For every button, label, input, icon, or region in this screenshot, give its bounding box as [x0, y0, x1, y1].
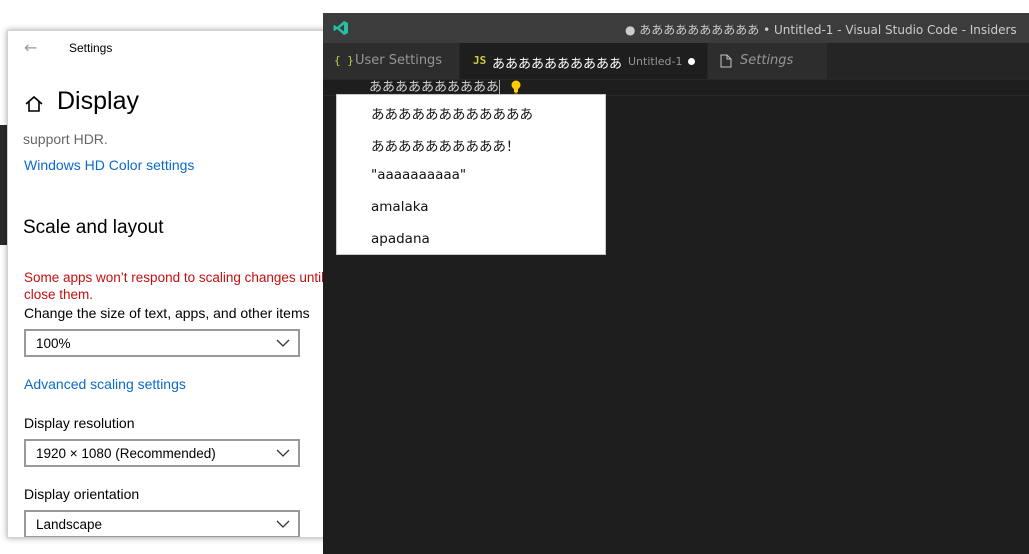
file-icon: [720, 54, 732, 68]
size-dropdown[interactable]: 100%: [24, 329, 300, 357]
settings-titlebar: ← Settings: [8, 31, 338, 65]
tab-untitled-1[interactable]: JS ああああああああああ Untitled-1: [460, 43, 708, 79]
scale-layout-heading: Scale and layout: [23, 217, 164, 238]
lightbulb-icon[interactable]: [510, 80, 522, 94]
resolution-label: Display resolution: [24, 415, 135, 431]
suggestion-label: amalaka: [371, 199, 429, 215]
vscode-logo-icon: [333, 21, 348, 35]
resolution-dropdown-value: 1920 × 1080 (Recommended): [36, 446, 216, 461]
settings-content: support HDR. Windows HD Color settings S…: [8, 125, 338, 537]
tab-label: User Settings: [355, 53, 443, 68]
orientation-label: Display orientation: [24, 486, 140, 502]
suggestion-label: apadana: [371, 231, 430, 247]
settings-window-title: Settings: [69, 41, 113, 55]
back-arrow-icon[interactable]: ←: [24, 38, 37, 57]
suggestion-item[interactable]: apadana: [337, 223, 605, 255]
orientation-dropdown-value: Landscape: [36, 517, 103, 532]
suggestion-item[interactable]: ああああああああああ！: [337, 127, 605, 159]
editor-line-text: ああああああああああ: [369, 80, 500, 95]
size-label: Change the size of text, apps, and other…: [24, 305, 310, 321]
size-dropdown-value: 100%: [36, 336, 71, 351]
chevron-down-icon: [276, 339, 290, 347]
home-icon[interactable]: [24, 94, 44, 114]
hdr-description: support HDR.: [23, 131, 108, 147]
suggest-widget: ああああああああああああ ああああああああああ！ "aaaaaaaaaa" am…: [336, 94, 606, 255]
suggestion-label: "aaaaaaaaaa": [371, 167, 467, 183]
editor-tabbar: { } User Settings JS ああああああああああ Untitled…: [323, 43, 1029, 79]
tab-user-settings[interactable]: { } User Settings: [323, 43, 460, 79]
suggestion-item[interactable]: amalaka: [337, 191, 605, 223]
json-braces-icon: { }: [334, 54, 354, 67]
text-cursor: [499, 80, 501, 95]
tab-settings[interactable]: Settings: [708, 43, 828, 79]
chevron-down-icon: [276, 520, 290, 528]
suggestion-item[interactable]: ああああああああああああ: [337, 95, 605, 127]
scaling-warning: Some apps won’t respond to scaling chang…: [24, 270, 338, 302]
tab-description: Untitled-1: [628, 55, 683, 68]
javascript-icon: JS: [473, 54, 487, 67]
tab-label: Settings: [740, 53, 794, 68]
unsaved-dot-icon[interactable]: [688, 58, 695, 65]
chevron-down-icon: [276, 449, 290, 457]
suggestion-label: ああああああああああああ: [371, 107, 533, 123]
vscode-window-title: ● ああああああああああ • Untitled-1 - Visual Studi…: [625, 23, 1017, 37]
advanced-scaling-link[interactable]: Advanced scaling settings: [24, 376, 186, 392]
orientation-dropdown[interactable]: Landscape: [24, 510, 300, 537]
tab-label: ああああああああああ: [492, 57, 623, 72]
resolution-dropdown[interactable]: 1920 × 1080 (Recommended): [24, 439, 300, 467]
hd-color-settings-link[interactable]: Windows HD Color settings: [24, 157, 194, 173]
page-title: Display: [57, 87, 139, 115]
settings-window: ← Settings Display support HDR. Windows …: [7, 30, 339, 538]
suggestion-item[interactable]: "aaaaaaaaaa": [337, 159, 605, 191]
suggestion-label: ああああああああああ！: [371, 139, 520, 155]
vscode-titlebar: ● ああああああああああ • Untitled-1 - Visual Studi…: [323, 13, 1029, 43]
